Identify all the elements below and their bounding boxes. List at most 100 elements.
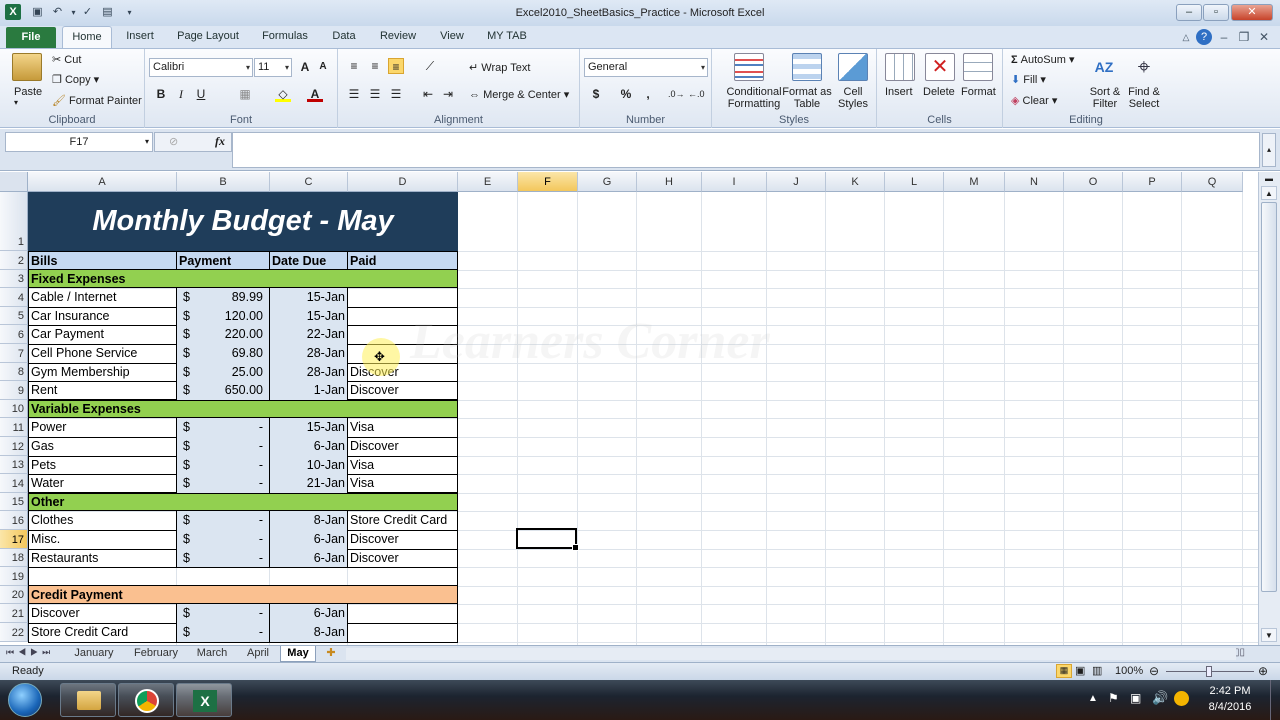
row-header-4[interactable]: 4 bbox=[0, 288, 28, 307]
taskbar-chrome[interactable] bbox=[118, 683, 174, 717]
scroll-thumb[interactable] bbox=[1261, 202, 1277, 592]
workbook-restore-icon[interactable]: ❐ bbox=[1236, 29, 1252, 45]
row-header-18[interactable]: 18 bbox=[0, 548, 28, 568]
comma-button[interactable]: , bbox=[640, 86, 656, 102]
wrap-text-button[interactable]: ↵ Wrap Text bbox=[469, 61, 530, 74]
row-header-21[interactable]: 21 bbox=[0, 604, 28, 623]
section-variable-expenses[interactable]: Variable Expenses bbox=[28, 399, 458, 418]
fill-color-icon[interactable]: ◇ bbox=[275, 86, 291, 102]
column-header-h[interactable]: H bbox=[637, 172, 702, 192]
row-header-14[interactable]: 14 bbox=[0, 474, 28, 493]
cell-paid[interactable]: Store Credit Card bbox=[347, 511, 458, 531]
cell-paid[interactable]: Discover bbox=[347, 437, 458, 457]
sheet-tab-march[interactable]: March bbox=[190, 646, 234, 662]
percent-button[interactable]: % bbox=[618, 86, 634, 102]
sheet-tab-may[interactable]: May bbox=[280, 646, 316, 662]
column-header-k[interactable]: K bbox=[826, 172, 885, 192]
sheet-tab-january[interactable]: January bbox=[68, 646, 120, 662]
cancel-entry-icon[interactable]: ⊘ bbox=[169, 135, 178, 148]
cell-payment[interactable]: $220.00 bbox=[176, 325, 270, 345]
column-header-e[interactable]: E bbox=[458, 172, 518, 192]
cell-date-due[interactable]: 6-Jan bbox=[269, 548, 348, 569]
row-header-10[interactable]: 10 bbox=[0, 399, 28, 419]
scroll-down-icon[interactable]: ▼ bbox=[1261, 628, 1277, 642]
row-header-2[interactable]: 2 bbox=[0, 251, 28, 270]
paste-button[interactable]: Paste bbox=[14, 86, 42, 98]
section-fixed-expenses[interactable]: Fixed Expenses bbox=[28, 269, 458, 288]
italic-button[interactable]: I bbox=[173, 86, 189, 102]
worksheet-grid[interactable]: ABCDEFGHIJKLMNOPQ 1 2 3 4 5 6 7 8 9 10 11 12 13 14 15 1… bbox=[0, 172, 1258, 645]
column-header-f[interactable]: F bbox=[518, 172, 578, 192]
cell-date-due[interactable]: 15-Jan bbox=[269, 418, 348, 438]
copy-button[interactable]: ❐ Copy ▾ bbox=[52, 73, 99, 86]
format-button[interactable]: Format bbox=[961, 86, 996, 98]
workbook-minimize-icon[interactable]: – bbox=[1216, 29, 1232, 45]
cell-payment[interactable]: $ - bbox=[176, 604, 270, 624]
expand-formula-bar-icon[interactable]: ▴ bbox=[1262, 133, 1276, 167]
maximize-button[interactable]: ▫ bbox=[1203, 4, 1229, 21]
zoom-out-icon[interactable]: ⊖ bbox=[1149, 664, 1159, 678]
row-header-17[interactable]: 17 bbox=[0, 530, 28, 549]
cell-bill-name[interactable]: Cable / Internet bbox=[28, 288, 177, 308]
column-header-l[interactable]: L bbox=[885, 172, 944, 192]
cell-date-due[interactable]: 15-Jan bbox=[269, 306, 348, 327]
cell-bill-name[interactable]: Car Payment bbox=[28, 325, 177, 345]
increase-indent-icon[interactable]: ⇥ bbox=[440, 86, 456, 102]
horizontal-scrollbar[interactable] bbox=[346, 648, 1236, 660]
cell-payment[interactable]: $650.00 bbox=[176, 381, 270, 401]
align-center-icon[interactable]: ☰ bbox=[367, 86, 383, 102]
tab-view[interactable]: View bbox=[434, 26, 470, 48]
number-format-combo[interactable]: General ▾ bbox=[584, 58, 708, 77]
formula-input[interactable] bbox=[232, 132, 1260, 168]
paste-dropdown-icon[interactable]: ▾ bbox=[14, 98, 18, 107]
cell-date-due[interactable]: 28-Jan bbox=[269, 362, 348, 383]
row-header-12[interactable]: 12 bbox=[0, 437, 28, 456]
row-header-11[interactable]: 11 bbox=[0, 418, 28, 437]
cell-payment[interactable]: $ - bbox=[176, 530, 270, 550]
cell-date-due[interactable]: 6-Jan bbox=[269, 530, 348, 550]
fill-button[interactable]: ⬇ Fill ▾ bbox=[1011, 73, 1046, 86]
cell-bill-name[interactable]: Restaurants bbox=[28, 548, 177, 569]
tab-file[interactable]: File bbox=[6, 27, 56, 48]
column-header-m[interactable]: M bbox=[944, 172, 1005, 192]
ribbon-collapse-icon[interactable]: △ bbox=[1178, 29, 1194, 45]
cell-bill-name[interactable]: Store Credit Card bbox=[28, 623, 177, 643]
format-table-button[interactable]: Format as Table bbox=[782, 86, 832, 110]
align-middle-icon[interactable]: ≡ bbox=[367, 58, 383, 74]
column-header-i[interactable]: I bbox=[702, 172, 767, 192]
align-bottom-icon[interactable]: ≡ bbox=[388, 58, 404, 74]
cell-paid[interactable]: Discover bbox=[347, 530, 458, 550]
find-select-button[interactable]: Find & Select bbox=[1121, 86, 1167, 110]
cell-payment[interactable]: $ - bbox=[176, 548, 270, 569]
merge-center-button[interactable]: ⇔ Merge & Center ▾ bbox=[469, 88, 569, 101]
font-name-combo[interactable]: Calibri ▾ bbox=[149, 58, 253, 77]
column-header-b[interactable]: B bbox=[177, 172, 270, 192]
decrease-indent-icon[interactable]: ⇤ bbox=[420, 86, 436, 102]
cell-payment[interactable]: $69.80 bbox=[176, 344, 270, 364]
row-header-16[interactable]: 16 bbox=[0, 511, 28, 530]
cell-bill-name[interactable]: Misc. bbox=[28, 530, 177, 550]
zoom-slider-thumb[interactable] bbox=[1206, 666, 1212, 677]
align-right-icon[interactable]: ☰ bbox=[388, 86, 404, 102]
cell-payment[interactable]: $ - bbox=[176, 418, 270, 438]
volume-icon[interactable]: 🔊 bbox=[1152, 690, 1168, 706]
cell-date-due[interactable]: 8-Jan bbox=[269, 511, 348, 531]
sheet-nav-arrows-icon[interactable]: ⏮◀▶⏭ bbox=[6, 647, 54, 658]
cell-paid[interactable]: Visa bbox=[347, 455, 458, 476]
column-header-d[interactable]: D bbox=[348, 172, 458, 192]
column-header-c[interactable]: C bbox=[270, 172, 348, 192]
tab-data[interactable]: Data bbox=[326, 26, 362, 48]
cell-date-due[interactable]: 21-Jan bbox=[269, 474, 348, 494]
sheet-title[interactable]: Monthly Budget - May bbox=[28, 192, 458, 251]
sheet-tab-february[interactable]: February bbox=[128, 646, 184, 662]
header-date-due[interactable]: Date Due bbox=[269, 251, 348, 270]
clock-date[interactable]: 8/4/2016 bbox=[1200, 701, 1260, 713]
vertical-scrollbar[interactable]: ▬ ▲ ▼ bbox=[1258, 172, 1280, 645]
sheet-tab-april[interactable]: April bbox=[240, 646, 276, 662]
header-payment[interactable]: Payment bbox=[176, 251, 270, 270]
cell-paid[interactable]: Discover bbox=[347, 548, 458, 569]
decrease-decimal-icon[interactable]: ←.0 bbox=[688, 86, 705, 102]
row-header-13[interactable]: 13 bbox=[0, 455, 28, 475]
cell-bill-name[interactable]: Cell Phone Service bbox=[28, 344, 177, 364]
row-header-20[interactable]: 20 bbox=[0, 585, 28, 605]
